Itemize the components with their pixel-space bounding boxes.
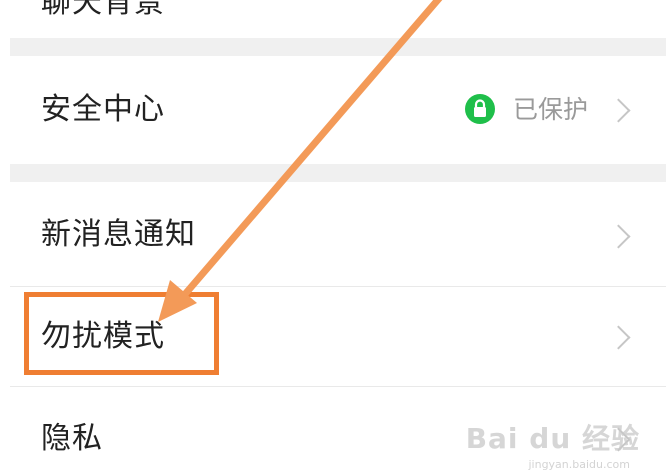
baidu-watermark: Bai du 经验: [465, 422, 640, 455]
baidu-watermark-url: jingyan.baidu.com: [528, 458, 630, 471]
pointer-arrow: [158, 0, 443, 322]
settings-page: 聊天背景 安全中心 已保护 新消息通知 勿扰模式 隐私 Bai du 经验 ji…: [0, 0, 666, 475]
